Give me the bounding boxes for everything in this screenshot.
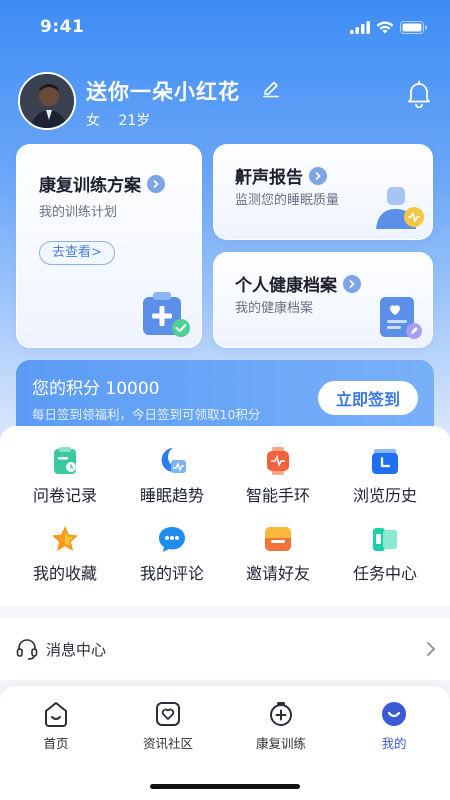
user-gender: 女: [86, 113, 100, 129]
tab-community[interactable]: 资讯社区: [123, 700, 213, 751]
user-name: 送你一朵小红花: [86, 80, 240, 104]
feature-grid: 问卷记录 睡眠趋势 智能手环 浏览历史 我的收藏 我的评论 邀请好友 任务中心: [0, 426, 450, 606]
health-archive-subtitle: 我的健康档案: [235, 301, 314, 316]
points-description: 每日签到领福利，今日签到可领取10积分: [32, 407, 261, 422]
arrow-right-icon: [147, 174, 165, 193]
medical-clipboard-icon: [143, 292, 190, 337]
status-icons: [350, 20, 428, 34]
edit-name-icon[interactable]: [262, 80, 280, 98]
home-icon: [45, 702, 67, 727]
grid-item-invite[interactable]: 邀请好友: [228, 524, 328, 594]
snore-report-subtitle: 监测您的睡眠质量: [235, 193, 340, 208]
chevron-right-icon: [427, 642, 436, 656]
grid-item-comments[interactable]: 我的评论: [122, 524, 222, 594]
arrow-right-icon: [343, 274, 361, 293]
smart-band-icon: [267, 447, 289, 475]
health-archive-card[interactable]: 个人健康档案 我的健康档案: [213, 252, 433, 348]
battery-icon: [400, 20, 427, 34]
grid-item-questionnaire[interactable]: 问卷记录: [15, 446, 115, 516]
comments-icon: [159, 527, 185, 552]
status-bar: 9:41: [0, 0, 450, 54]
profile-section: 送你一朵小红花 女 21岁: [18, 72, 432, 132]
health-archive-title: 个人健康档案: [235, 271, 361, 296]
snore-report-card[interactable]: 鼾声报告 监测您的睡眠质量: [213, 144, 433, 240]
profile-icon: [382, 702, 406, 726]
signin-button[interactable]: 立即签到: [318, 381, 418, 415]
snore-report-title: 鼾声报告: [235, 163, 327, 188]
grid-item-task-center[interactable]: 任务中心: [335, 524, 435, 594]
tab-profile[interactable]: 我的: [349, 700, 439, 751]
signal-icon: [350, 20, 370, 34]
sleep-monitor-person-icon: [376, 187, 424, 229]
view-plan-button[interactable]: 去查看>: [39, 241, 115, 265]
health-record-icon: [380, 297, 422, 339]
community-icon: [156, 702, 180, 726]
rehab-plan-subtitle: 我的训练计划: [39, 205, 118, 220]
task-center-icon: [373, 528, 397, 551]
rehab-plan-card[interactable]: 康复训练方案 我的训练计划 去查看>: [16, 144, 202, 348]
grid-item-smart-band[interactable]: 智能手环: [228, 446, 328, 516]
points-title: 您的积分 10000: [32, 379, 160, 399]
user-age: 21岁: [118, 113, 151, 129]
history-icon: [372, 449, 398, 474]
questionnaire-icon: [54, 447, 76, 474]
bottom-tab-bar: 首页 资讯社区 康复训练 我的: [0, 686, 450, 800]
wifi-icon: [376, 20, 394, 33]
invite-icon: [265, 527, 291, 551]
notification-bell-icon[interactable]: [406, 80, 432, 108]
grid-item-history[interactable]: 浏览历史: [335, 446, 435, 516]
rehab-plan-title: 康复训练方案: [39, 171, 165, 196]
training-icon: [270, 702, 292, 726]
arrow-right-icon: [309, 166, 327, 185]
user-meta: 女 21岁: [86, 110, 150, 130]
tab-home[interactable]: 首页: [11, 700, 101, 751]
favorites-star-icon: [52, 526, 78, 551]
avatar[interactable]: [18, 72, 76, 130]
grid-item-favorites[interactable]: 我的收藏: [15, 524, 115, 594]
home-indicator: [150, 784, 300, 789]
tab-training[interactable]: 康复训练: [236, 700, 326, 751]
headset-icon: [16, 639, 38, 660]
status-time: 9:41: [40, 17, 85, 37]
grid-item-sleep-trend[interactable]: 睡眠趋势: [122, 446, 222, 516]
sleep-trend-icon: [161, 448, 186, 473]
message-center-label: 消息中心: [46, 641, 107, 659]
message-center-row[interactable]: 消息中心: [0, 618, 450, 680]
